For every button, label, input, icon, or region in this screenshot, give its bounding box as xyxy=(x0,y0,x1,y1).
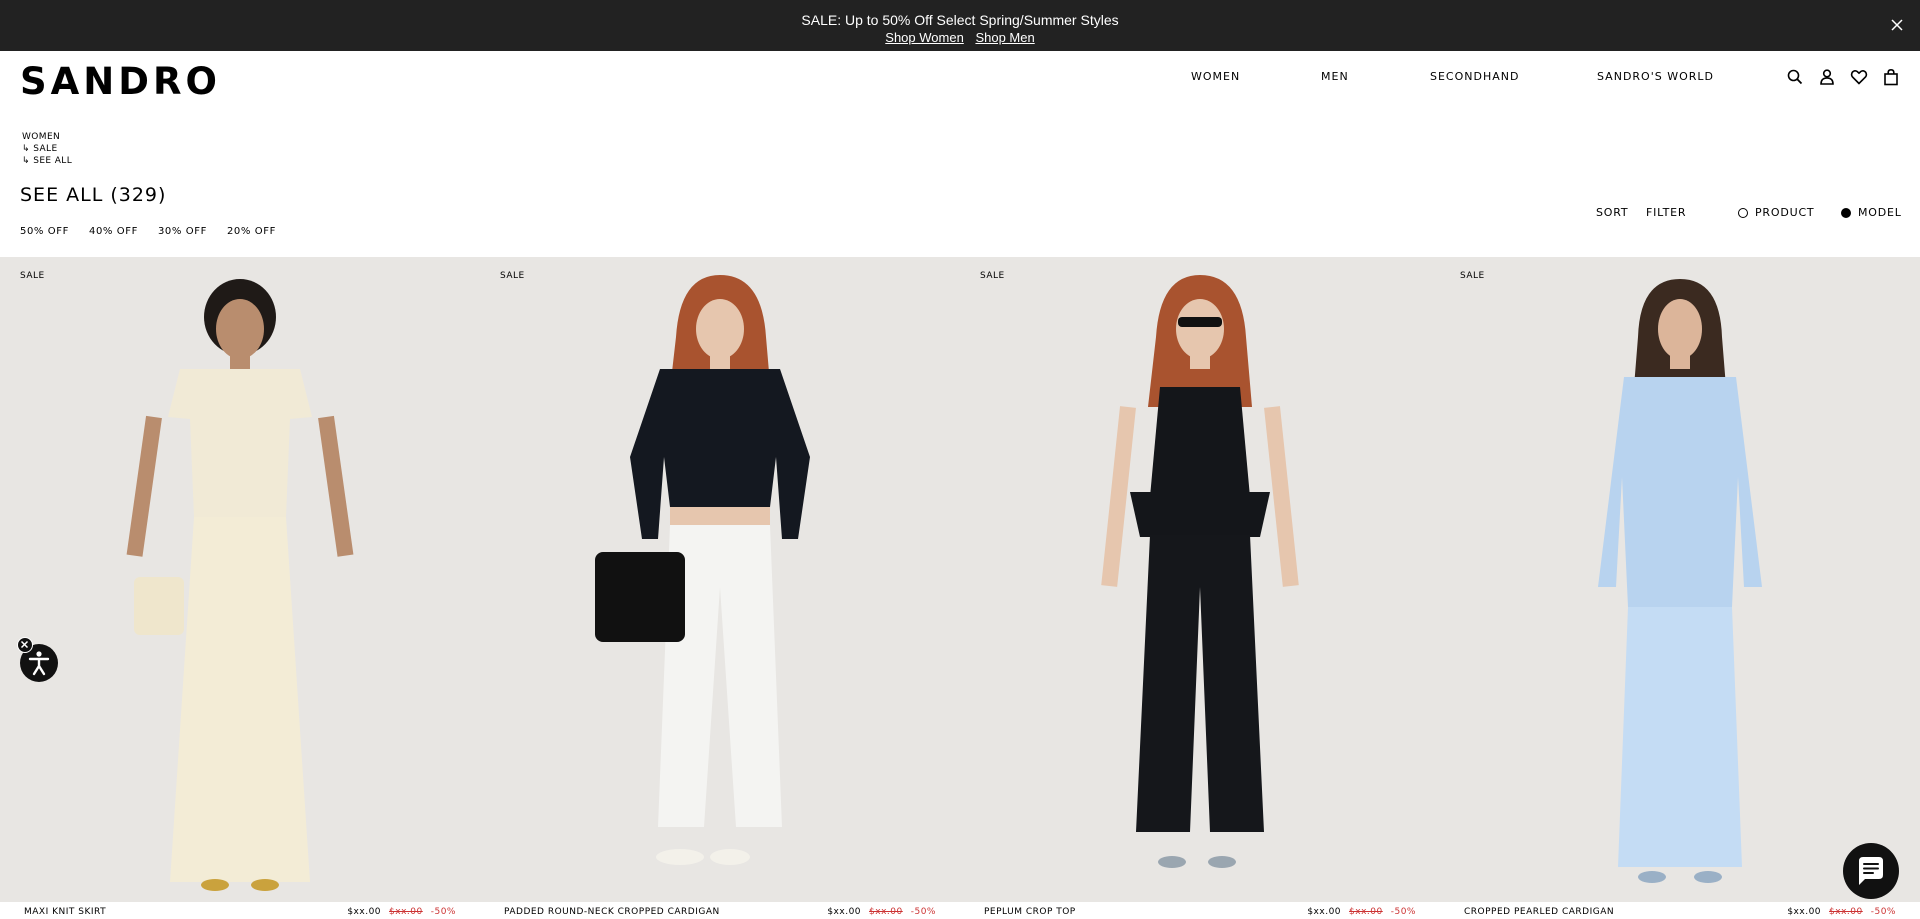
view-model-radio[interactable] xyxy=(1841,207,1851,218)
close-icon[interactable] xyxy=(1890,18,1906,34)
discount-percent: -50% xyxy=(1390,907,1416,917)
nav-women[interactable]: WOMEN xyxy=(1191,70,1240,83)
result-count: (329) xyxy=(110,184,167,206)
promo-text: SALE: Up to 50% Off Select Spring/Summer… xyxy=(801,12,1119,28)
view-product-toggle[interactable]: PRODUCT xyxy=(1738,206,1814,219)
model-figure xyxy=(1598,279,1762,883)
account-icon[interactable] xyxy=(1818,68,1836,86)
product-price: $xx.00 $xx.00 -50% xyxy=(347,907,456,917)
product-price: $xx.00 $xx.00 -50% xyxy=(827,907,936,917)
product-name[interactable]: CROPPED PEARLED CARDIGAN xyxy=(1464,907,1614,917)
view-product-label: PRODUCT xyxy=(1755,206,1815,219)
product-price: $xx.00 $xx.00 -50% xyxy=(1307,907,1416,917)
breadcrumb-women[interactable]: WOMEN xyxy=(22,131,72,143)
nav-men[interactable]: MEN xyxy=(1321,70,1349,83)
discount-30-link[interactable]: 30% OFF xyxy=(158,226,207,237)
nav-secondhand[interactable]: SECONDHAND xyxy=(1430,70,1519,83)
search-icon[interactable] xyxy=(1786,68,1804,86)
product-card[interactable]: SALE xyxy=(1440,257,1920,902)
filter-button[interactable]: FILTER xyxy=(1646,206,1686,219)
bag-icon[interactable] xyxy=(1882,68,1900,86)
product-caption[interactable]: MAXI KNIT SKIRT $xx.00 $xx.00 -50% xyxy=(0,904,480,919)
view-model-toggle[interactable]: MODEL xyxy=(1841,206,1902,219)
product-card[interactable]: SALE xyxy=(480,257,960,902)
product-price: $xx.00 $xx.00 -50% xyxy=(1787,907,1896,917)
original-price: $xx.00 xyxy=(389,907,423,917)
original-price: $xx.00 xyxy=(869,907,903,917)
view-product-radio[interactable] xyxy=(1738,207,1748,218)
discount-filters: 50% OFF 40% OFF 30% OFF 20% OFF xyxy=(20,226,276,237)
original-price: $xx.00 xyxy=(1349,907,1383,917)
page-title: SEE ALL (329) xyxy=(20,184,166,206)
promo-links: Shop Women Shop Men xyxy=(0,30,1920,45)
product-card[interactable]: SALE xyxy=(960,257,1440,902)
wishlist-icon[interactable] xyxy=(1850,68,1868,86)
breadcrumb-sale[interactable]: ↳ SALE xyxy=(22,143,72,155)
shop-men-link[interactable]: Shop Men xyxy=(975,30,1034,45)
promo-banner: SALE: Up to 50% Off Select Spring/Summer… xyxy=(0,0,1920,51)
view-model-label: MODEL xyxy=(1858,206,1902,219)
product-card[interactable]: SALE xyxy=(0,257,480,902)
sale-price: $xx.00 xyxy=(1787,907,1822,917)
discount-percent: -50% xyxy=(430,907,456,917)
shop-women-link[interactable]: Shop Women xyxy=(885,30,964,45)
product-grid: SALE SALE SALE SALE xyxy=(0,257,1920,902)
product-caption[interactable]: PEPLUM CROP TOP $xx.00 $xx.00 -50% xyxy=(960,904,1440,919)
product-name[interactable]: PEPLUM CROP TOP xyxy=(984,907,1076,917)
sort-button[interactable]: SORT xyxy=(1596,206,1628,219)
discount-50-link[interactable]: 50% OFF xyxy=(20,226,69,237)
product-name[interactable]: MAXI KNIT SKIRT xyxy=(24,907,106,917)
nav-sandros-world[interactable]: SANDRO'S WORLD xyxy=(1597,70,1714,83)
sale-price: $xx.00 xyxy=(827,907,862,917)
discount-percent: -50% xyxy=(910,907,936,917)
discount-20-link[interactable]: 20% OFF xyxy=(227,226,276,237)
product-captions: MAXI KNIT SKIRT $xx.00 $xx.00 -50% PADDE… xyxy=(0,904,1920,919)
discount-40-link[interactable]: 40% OFF xyxy=(89,226,138,237)
breadcrumb-see-all[interactable]: ↳ SEE ALL xyxy=(22,155,72,167)
model-figure xyxy=(126,279,354,891)
header-icons xyxy=(1786,68,1900,86)
product-caption[interactable]: PADDED ROUND-NECK CROPPED CARDIGAN $xx.0… xyxy=(480,904,960,919)
sale-price: $xx.00 xyxy=(1307,907,1342,917)
sandro-logo[interactable]: SANDRO xyxy=(20,60,221,103)
product-name[interactable]: PADDED ROUND-NECK CROPPED CARDIGAN xyxy=(504,907,720,917)
page-title-text: SEE ALL xyxy=(20,184,104,206)
original-price: $xx.00 xyxy=(1829,907,1863,917)
model-figure xyxy=(1101,275,1299,868)
close-accessibility-icon[interactable] xyxy=(17,637,33,653)
model-figure xyxy=(595,275,810,865)
breadcrumb: WOMEN ↳ SALE ↳ SEE ALL xyxy=(22,131,72,167)
discount-percent: -50% xyxy=(1870,907,1896,917)
chat-icon[interactable] xyxy=(1843,843,1899,899)
sale-price: $xx.00 xyxy=(347,907,382,917)
product-caption[interactable]: CROPPED PEARLED CARDIGAN $xx.00 $xx.00 -… xyxy=(1440,904,1920,919)
